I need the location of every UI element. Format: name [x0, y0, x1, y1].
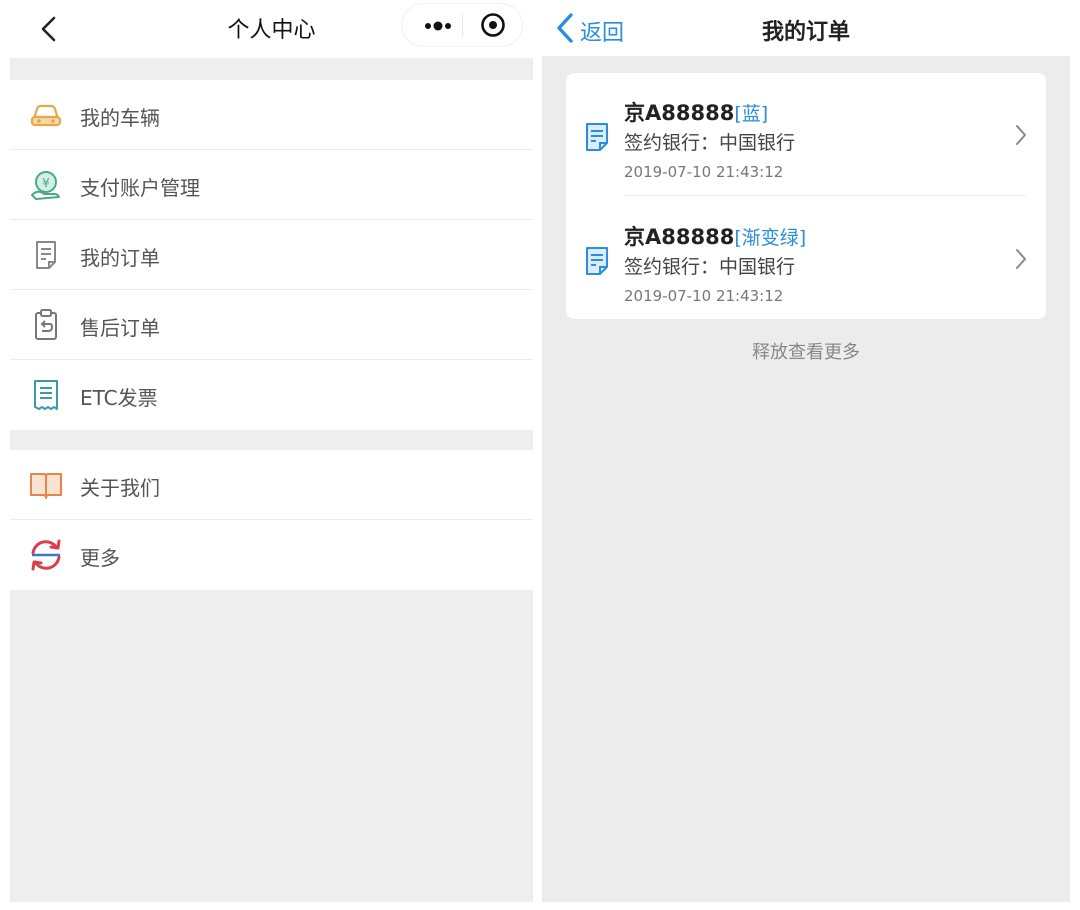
menu-item-my-orders[interactable]: 我的订单 — [10, 220, 533, 290]
plate-number: 京A88888[渐变绿] — [624, 225, 807, 249]
menu-item-payment-account[interactable]: ¥ 支付账户管理 — [10, 150, 533, 220]
plate-number: 京A88888[蓝] — [624, 101, 769, 125]
chevron-right-icon — [1014, 247, 1028, 271]
personal-center-panel: 个人中心 我的车辆 ¥ 支付账户管理 我的订单 售后订单 ETC发票 关于我们 … — [10, 0, 533, 902]
menu-item-more[interactable]: 更多 — [10, 520, 533, 590]
close-target-icon[interactable] — [468, 4, 518, 46]
car-icon — [28, 97, 64, 133]
refresh-cycle-icon — [28, 537, 64, 573]
chevron-right-icon — [1014, 123, 1028, 147]
order-item[interactable]: 京A88888[蓝] 签约银行：中国银行 2019-07-10 21:43:12 — [566, 73, 1046, 191]
menu-item-after-sales-orders[interactable]: 售后订单 — [10, 290, 533, 360]
page-title: 我的订单 — [761, 20, 850, 45]
nav-bar: 个人中心 — [10, 0, 533, 58]
plate-color-tag: [渐变绿] — [734, 227, 807, 249]
mini-program-capsule — [402, 4, 522, 46]
order-list-card: 京A88888[蓝] 签约银行：中国银行 2019-07-10 21:43:12… — [566, 73, 1046, 319]
menu-item-label: 支付账户管理 — [80, 176, 200, 200]
menu-item-label: 我的订单 — [80, 246, 160, 270]
menu-item-my-vehicles[interactable]: 我的车辆 — [10, 80, 533, 150]
pull-to-load-more-hint: 释放查看更多 — [752, 342, 860, 363]
order-divider — [624, 195, 1026, 196]
my-orders-panel: 返回 我的订单 京A88888[蓝] 签约银行：中国银行 2019-07-10 … — [542, 0, 1070, 902]
plate-color-tag: [蓝] — [734, 103, 769, 125]
order-time: 2019-07-10 21:43:12 — [624, 287, 784, 305]
menu-group-secondary: 关于我们 更多 — [10, 450, 533, 590]
contract-bank: 签约银行：中国银行 — [624, 132, 796, 154]
menu-item-label: 我的车辆 — [80, 106, 160, 130]
order-document-icon — [28, 237, 64, 273]
invoice-receipt-icon — [28, 377, 64, 413]
menu-item-label: 更多 — [80, 546, 120, 570]
menu-item-about-us[interactable]: 关于我们 — [10, 450, 533, 520]
capsule-divider — [462, 14, 463, 36]
after-sales-clipboard-icon — [28, 307, 64, 343]
order-document-icon — [584, 121, 610, 153]
order-time: 2019-07-10 21:43:12 — [624, 163, 784, 181]
menu-group-main: 我的车辆 ¥ 支付账户管理 我的订单 售后订单 ETC发票 — [10, 80, 533, 430]
order-document-icon — [584, 245, 610, 277]
svg-text:¥: ¥ — [42, 176, 50, 190]
payment-account-icon: ¥ — [28, 167, 64, 203]
menu-item-label: 关于我们 — [80, 476, 160, 500]
menu-item-etc-invoice[interactable]: ETC发票 — [10, 360, 533, 430]
menu-item-label: ETC发票 — [80, 386, 158, 410]
order-item[interactable]: 京A88888[渐变绿] 签约银行：中国银行 2019-07-10 21:43:… — [566, 197, 1046, 315]
menu-item-label: 售后订单 — [80, 316, 160, 340]
open-book-icon — [28, 467, 64, 503]
nav-bar: 返回 我的订单 — [542, 0, 1070, 56]
contract-bank: 签约银行：中国银行 — [624, 256, 796, 278]
more-dots-icon[interactable] — [414, 4, 464, 46]
